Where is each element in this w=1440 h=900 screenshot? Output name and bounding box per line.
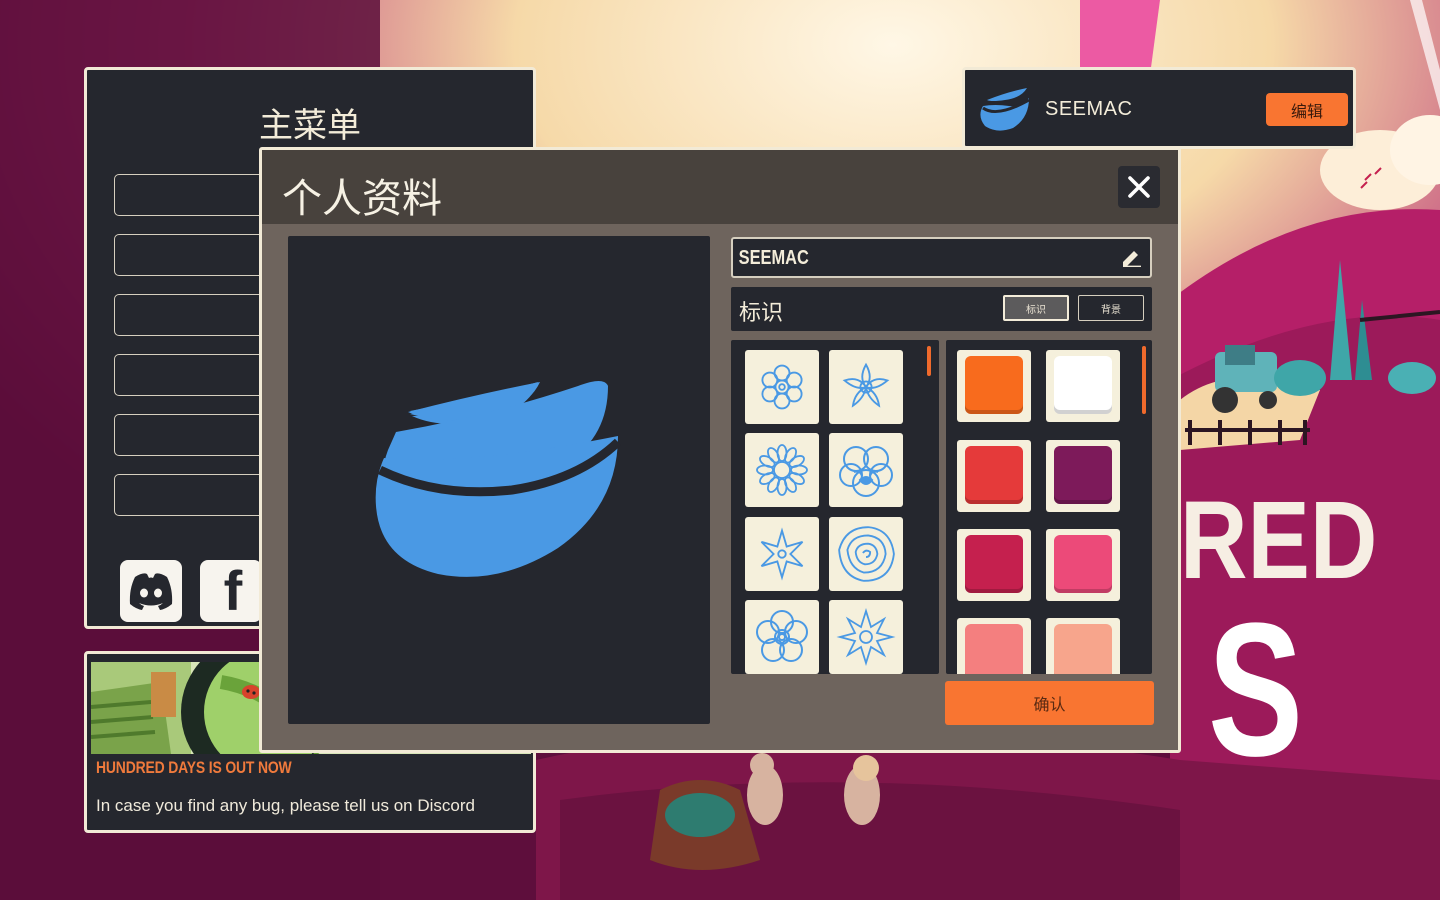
user-bar: SEEMAC 编辑 bbox=[962, 67, 1356, 149]
flower-5-icon bbox=[756, 610, 808, 662]
emblem-option-4[interactable] bbox=[829, 433, 903, 507]
user-name: SEEMAC bbox=[1045, 98, 1133, 120]
swatch-color-5 bbox=[965, 535, 1023, 593]
color-swatch-4[interactable] bbox=[1046, 440, 1120, 512]
emblem-option-5[interactable] bbox=[745, 517, 819, 591]
star-flower-icon bbox=[760, 527, 804, 581]
swatch-color-3 bbox=[965, 446, 1023, 504]
swatch-color-1 bbox=[965, 356, 1023, 414]
tab-emblem[interactable]: 标识 bbox=[1003, 295, 1069, 321]
name-field[interactable] bbox=[731, 237, 1152, 278]
flower-1-icon bbox=[761, 364, 803, 410]
color-swatch-7[interactable] bbox=[957, 618, 1031, 674]
emblem-tab-bar: 标识 标识 背景 bbox=[731, 287, 1152, 331]
emblem-preview bbox=[288, 236, 710, 724]
color-swatch-1[interactable] bbox=[957, 350, 1031, 422]
facebook-button[interactable]: f bbox=[200, 560, 262, 622]
edit-profile-button[interactable]: 编辑 bbox=[1266, 93, 1348, 126]
swatch-color-8 bbox=[1054, 624, 1112, 674]
pansy-icon bbox=[839, 446, 893, 497]
swatch-color-2 bbox=[1054, 356, 1112, 414]
discord-icon bbox=[129, 573, 173, 610]
color-grid-scrollbar[interactable] bbox=[1142, 346, 1146, 414]
emblem-option-8[interactable] bbox=[829, 600, 903, 674]
confirm-button[interactable]: 确认 bbox=[945, 681, 1154, 725]
star-burst-icon bbox=[836, 607, 896, 667]
dialog-header: 个人资料 bbox=[262, 150, 1178, 224]
emblem-option-6[interactable] bbox=[829, 517, 903, 591]
close-button[interactable] bbox=[1118, 166, 1160, 208]
icon-grid-scrollbar[interactable] bbox=[927, 346, 931, 376]
emblem-option-3[interactable] bbox=[745, 433, 819, 507]
emblem-preview-icon bbox=[375, 381, 622, 577]
color-swatch-8[interactable] bbox=[1046, 618, 1120, 674]
name-input[interactable] bbox=[737, 243, 1036, 274]
emblem-option-7[interactable] bbox=[745, 600, 819, 674]
flower-3-icon bbox=[756, 444, 808, 496]
color-swatch-3[interactable] bbox=[957, 440, 1031, 512]
discord-button[interactable] bbox=[120, 560, 182, 622]
profile-dialog: 个人资料 标识 标识 背景 bbox=[259, 147, 1181, 753]
news-body: In case you find any bug, please tell us… bbox=[96, 796, 475, 815]
main-menu-title: 主菜单 bbox=[259, 106, 361, 146]
emblem-option-2[interactable] bbox=[829, 350, 903, 424]
color-swatch-5[interactable] bbox=[957, 529, 1031, 601]
emblem-icon-grid[interactable] bbox=[731, 340, 939, 674]
dialog-title: 个人资料 bbox=[282, 176, 442, 222]
news-headline: HUNDRED DAYS IS OUT NOW bbox=[96, 758, 292, 777]
color-swatch-grid[interactable] bbox=[946, 340, 1152, 674]
facebook-icon: f bbox=[223, 559, 243, 622]
close-icon bbox=[1128, 176, 1150, 198]
pencil-icon[interactable] bbox=[1120, 247, 1142, 267]
section-label: 标识 bbox=[739, 301, 784, 326]
swatch-color-6 bbox=[1054, 535, 1112, 593]
tab-background[interactable]: 背景 bbox=[1078, 295, 1144, 321]
user-logo-icon bbox=[980, 88, 1030, 131]
swatch-color-4 bbox=[1054, 446, 1112, 504]
color-swatch-2[interactable] bbox=[1046, 350, 1120, 422]
swatch-color-7 bbox=[965, 624, 1023, 674]
flower-2-icon bbox=[842, 362, 890, 408]
color-swatch-6[interactable] bbox=[1046, 529, 1120, 601]
emblem-option-1[interactable] bbox=[745, 350, 819, 424]
rose-icon bbox=[838, 526, 895, 582]
